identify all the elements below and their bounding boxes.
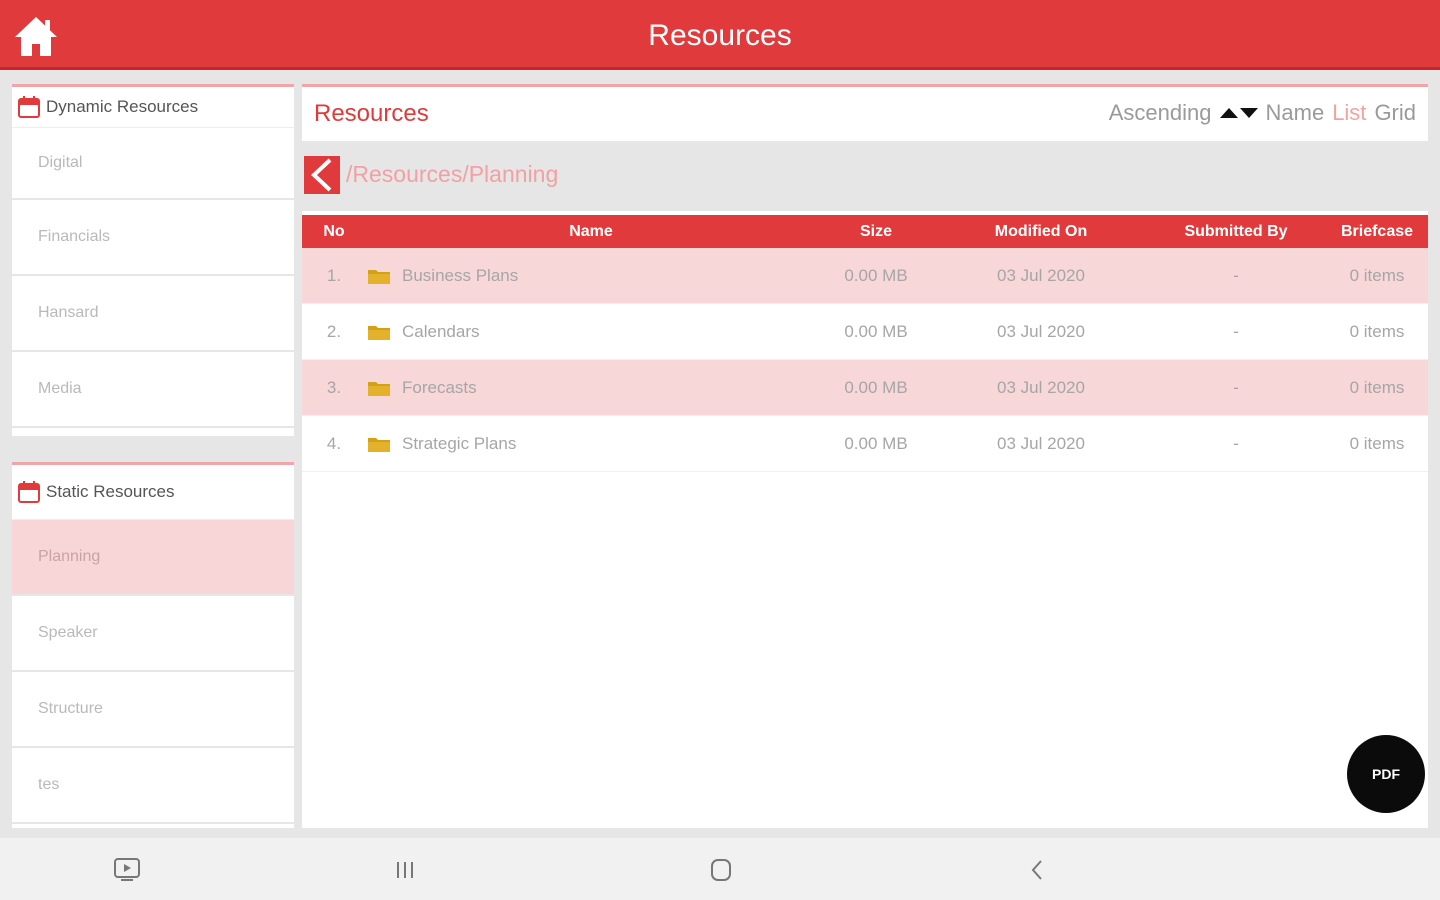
table-row[interactable]: 3. Forecasts 0.00 MB 03 Jul 2020 - 0 ite… [302,359,1428,416]
home-nav-button[interactable] [706,856,736,884]
page-title: Resources [314,100,429,127]
row-size: 0.00 MB [816,303,936,360]
recents-icon [397,862,413,878]
column-header-submitted[interactable]: Submitted By [1146,215,1326,248]
calendar-icon [18,96,40,118]
sort-order-toggle[interactable]: Ascending [1109,100,1212,126]
back-nav-button[interactable] [1022,856,1052,884]
row-name: Forecasts [402,377,477,397]
files-table: No Name Size Modified On Submitted By Br… [302,215,1428,472]
static-resources-title: Static Resources [46,482,175,501]
folder-icon [368,381,390,396]
dynamic-resources-header: Dynamic Resources [12,87,294,128]
column-header-name[interactable]: Name [366,215,816,248]
sidebar-item-structure[interactable]: Structure [12,672,294,748]
recents-button[interactable] [390,856,420,884]
static-resources-header: Static Resources [12,465,294,520]
table-row[interactable]: 4. Strategic Plans 0.00 MB 03 Jul 2020 -… [302,415,1428,472]
row-number: 2. [302,303,366,360]
sidebar-item-hansard[interactable]: Hansard [12,276,294,352]
row-briefcase: 0 items [1326,415,1428,472]
chevron-left-icon [311,158,332,192]
row-submitted-by: - [1146,248,1326,304]
row-number: 3. [302,359,366,416]
table-row[interactable]: 1. Business Plans 0.00 MB 03 Jul 2020 - … [302,248,1428,304]
main-header: Resources Ascending Name List Grid [302,87,1428,141]
pdf-export-button[interactable]: PDF [1347,735,1425,813]
row-name-cell: Calendars [366,303,816,360]
row-modified: 03 Jul 2020 [936,248,1146,304]
row-submitted-by: - [1146,415,1326,472]
system-nav-bar [0,838,1440,900]
dynamic-resources-title: Dynamic Resources [46,97,199,116]
folder-icon [368,269,390,284]
main-panel: Resources Ascending Name List Grid /Reso… [302,84,1428,828]
row-modified: 03 Jul 2020 [936,303,1146,360]
sidebar-item-media[interactable]: Media [12,352,294,428]
row-briefcase: 0 items [1326,303,1428,360]
column-header-size[interactable]: Size [816,215,936,248]
screen-capture-icon [114,858,140,881]
column-header-briefcase[interactable]: Briefcase [1326,215,1428,248]
breadcrumb[interactable]: /Resources/Planning [346,161,558,188]
row-size: 0.00 MB [816,248,936,304]
grid-view-toggle[interactable]: Grid [1374,100,1416,126]
back-icon [1031,860,1042,880]
row-briefcase: 0 items [1326,359,1428,416]
row-briefcase: 0 items [1326,248,1428,304]
app-bar: Resources [0,0,1440,70]
column-header-modified[interactable]: Modified On [936,215,1146,248]
sidebar-item-financials[interactable]: Financials [12,200,294,276]
sort-field-name[interactable]: Name [1266,100,1325,126]
view-toolbar: Ascending Name List Grid [1109,100,1416,126]
sort-arrows-icon[interactable] [1219,106,1258,120]
sidebar-item-tes[interactable]: tes [12,748,294,824]
list-view-toggle[interactable]: List [1332,100,1366,126]
sidebar-item-planning[interactable]: Planning [12,520,294,596]
back-button[interactable] [304,156,340,194]
dynamic-resources-panel: Dynamic Resources Digital Financials Han… [12,84,294,436]
table-row[interactable]: 2. Calendars 0.00 MB 03 Jul 2020 - 0 ite… [302,303,1428,360]
row-number: 1. [302,248,366,304]
row-name: Calendars [402,321,480,341]
row-size: 0.00 MB [816,415,936,472]
row-name-cell: Forecasts [366,359,816,416]
row-submitted-by: - [1146,359,1326,416]
row-modified: 03 Jul 2020 [936,415,1146,472]
row-size: 0.00 MB [816,359,936,416]
sidebar-item-digital[interactable]: Digital [12,128,294,200]
folder-icon [368,437,390,452]
row-name-cell: Business Plans [366,248,816,304]
screenshot-button[interactable] [112,856,142,884]
home-circle-icon [711,859,731,881]
static-resources-panel: Static Resources Planning Speaker Struct… [12,462,294,828]
calendar-icon [18,481,40,503]
table-header-row: No Name Size Modified On Submitted By Br… [302,215,1428,248]
sidebar-item-speaker[interactable]: Speaker [12,596,294,672]
column-header-no[interactable]: No [302,215,366,248]
breadcrumb-bar: /Resources/Planning [302,141,1428,211]
row-name: Business Plans [402,265,519,285]
row-name: Strategic Plans [402,433,517,453]
app-title: Resources [648,19,792,52]
folder-icon [368,325,390,340]
row-submitted-by: - [1146,303,1326,360]
row-modified: 03 Jul 2020 [936,359,1146,416]
row-name-cell: Strategic Plans [366,415,816,472]
row-number: 4. [302,415,366,472]
